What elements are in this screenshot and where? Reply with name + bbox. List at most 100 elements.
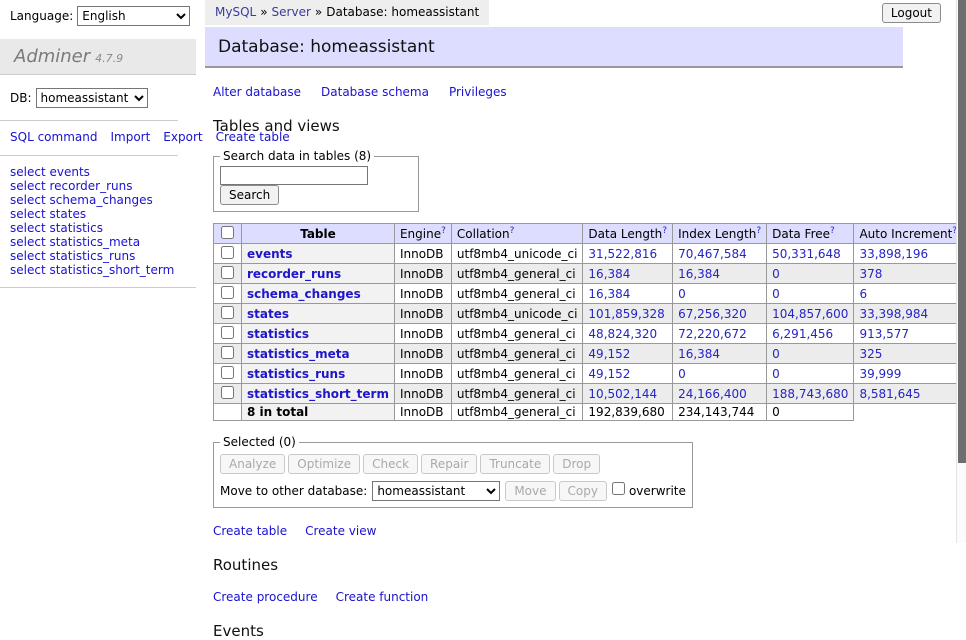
select-all-checkbox[interactable] [221,226,234,239]
sidebar-table-link-select-statistics-meta[interactable]: select statistics_meta [10,235,186,249]
language-select[interactable]: English [77,6,190,26]
repair-button[interactable]: Repair [421,454,477,474]
drop-button[interactable]: Drop [553,454,600,474]
row-checkbox[interactable] [221,386,234,399]
sidebar-table-link-select-states[interactable]: select states [10,207,186,221]
logout-button[interactable]: Logout [882,3,941,23]
sidebar-link-import[interactable]: Import [110,130,150,144]
create-table-link[interactable]: Create table [213,524,287,538]
cell-data-free: 104,857,600 [767,304,854,324]
sidebar-actions: SQL commandImportExportCreate table [0,120,178,156]
sidebar-table-link-select-statistics[interactable]: select statistics [10,221,186,235]
cell-auto-increment: 913,577 [854,324,963,344]
totals-empty-cell [214,404,242,421]
row-checkbox[interactable] [221,326,234,339]
row-checkbox[interactable] [221,306,234,319]
cell-table-name: events [242,244,395,264]
row-select-cell [214,324,242,344]
cell-data-length: 49,152 [583,344,673,364]
totals-index-length: 234,143,744 [673,404,767,421]
totals-row: 8 in totalInnoDButf8mb4_general_ci192,83… [214,404,966,421]
db-select[interactable]: homeassistant [36,88,148,108]
sidebar-table-link-select-statistics-short-term[interactable]: select statistics_short_term [10,263,186,277]
move-button[interactable]: Move [505,481,555,501]
overwrite-checkbox[interactable] [612,482,625,495]
row-select-cell [214,244,242,264]
move-db-select[interactable]: homeassistant [372,481,500,501]
adminer-logo: Adminer4.7.9 [0,39,196,75]
cell-index-length: 0 [673,364,767,384]
help-icon[interactable]: ? [756,226,761,236]
cell-table-name: statistics_short_term [242,384,395,404]
row-checkbox[interactable] [221,266,234,279]
sidebar-link-sql-command[interactable]: SQL command [10,130,97,144]
truncate-button[interactable]: Truncate [480,454,550,474]
row-checkbox[interactable] [221,346,234,359]
check-button[interactable]: Check [363,454,418,474]
help-icon[interactable]: ? [441,226,446,236]
table-name-link-states[interactable]: states [247,307,289,321]
row-checkbox[interactable] [221,286,234,299]
table-row: schema_changesInnoDButf8mb4_general_ci16… [214,284,966,304]
cell-index-length: 67,256,320 [673,304,767,324]
routines-section-heading: Routines [213,556,945,574]
table-row: recorder_runsInnoDButf8mb4_general_ci16,… [214,264,966,284]
app-name: Adminer [14,46,90,67]
cell-auto-increment: 33,398,984 [854,304,963,324]
table-name-link-schema-changes[interactable]: schema_changes [247,287,361,301]
sidebar-table-links: select eventsselect recorder_runsselect … [0,156,196,288]
cell-table-name: statistics_meta [242,344,395,364]
cell-auto-increment: 8,581,645 [854,384,963,404]
table-name-link-statistics-meta[interactable]: statistics_meta [247,347,350,361]
sidebar-table-link-select-schema-changes[interactable]: select schema_changes [10,193,186,207]
create-function-link[interactable]: Create function [336,590,429,604]
cell-index-length: 70,467,584 [673,244,767,264]
table-name-link-recorder-runs[interactable]: recorder_runs [247,267,341,281]
help-icon[interactable]: ? [510,226,515,236]
breadcrumb-current: Database: homeassistant [326,5,479,19]
create-procedure-link[interactable]: Create procedure [213,590,318,604]
search-input[interactable] [220,166,368,185]
help-icon[interactable]: ? [662,226,667,236]
move-label: Move to other database: [220,484,367,498]
column-header-table: Table [242,224,395,244]
select-all-cell [214,224,242,244]
row-checkbox[interactable] [221,366,234,379]
row-select-cell [214,304,242,324]
sidebar-table-link-select-events[interactable]: select events [10,165,186,179]
sidebar-table-link-select-recorder-runs[interactable]: select recorder_runs [10,179,186,193]
nav-link-alter-database[interactable]: Alter database [213,85,301,99]
breadcrumb-separator-icon: » [260,5,267,19]
nav-link-database-schema[interactable]: Database schema [321,85,429,99]
copy-button[interactable]: Copy [559,481,607,501]
table-row: statisticsInnoDButf8mb4_general_ci48,824… [214,324,966,344]
cell-table-name: statistics [242,324,395,344]
nav-link-privileges[interactable]: Privileges [449,85,507,99]
sidebar-table-link-select-statistics-runs[interactable]: select statistics_runs [10,249,186,263]
sidebar: Language:English Adminer4.7.9 DB:homeass… [0,0,196,288]
breadcrumb-separator-icon: » [315,5,322,19]
cell-data-free: 0 [767,264,854,284]
breadcrumb-link-server[interactable]: Server [272,5,311,19]
table-name-link-statistics-runs[interactable]: statistics_runs [247,367,345,381]
breadcrumb-link-mysql[interactable]: MySQL [215,5,256,19]
vertical-scrollbar[interactable] [956,0,966,543]
analyze-button[interactable]: Analyze [220,454,285,474]
create-view-link[interactable]: Create view [305,524,376,538]
table-name-link-events[interactable]: events [247,247,293,261]
cell-data-length: 16,384 [583,284,673,304]
help-icon[interactable]: ? [830,226,835,236]
cell-collation: utf8mb4_general_ci [451,284,583,304]
page-title: Database: homeassistant [205,27,903,68]
scrollbar-thumb[interactable] [958,0,966,463]
optimize-button[interactable]: Optimize [288,454,360,474]
table-name-link-statistics[interactable]: statistics [247,327,309,341]
row-checkbox[interactable] [221,246,234,259]
row-select-cell [214,364,242,384]
cell-auto-increment: 325 [854,344,963,364]
search-button[interactable]: Search [220,185,279,205]
table-name-link-statistics-short-term[interactable]: statistics_short_term [247,387,389,401]
sidebar-link-export[interactable]: Export [163,130,202,144]
create-links-row: Create table Create view [213,524,945,538]
cell-engine: InnoDB [394,384,451,404]
